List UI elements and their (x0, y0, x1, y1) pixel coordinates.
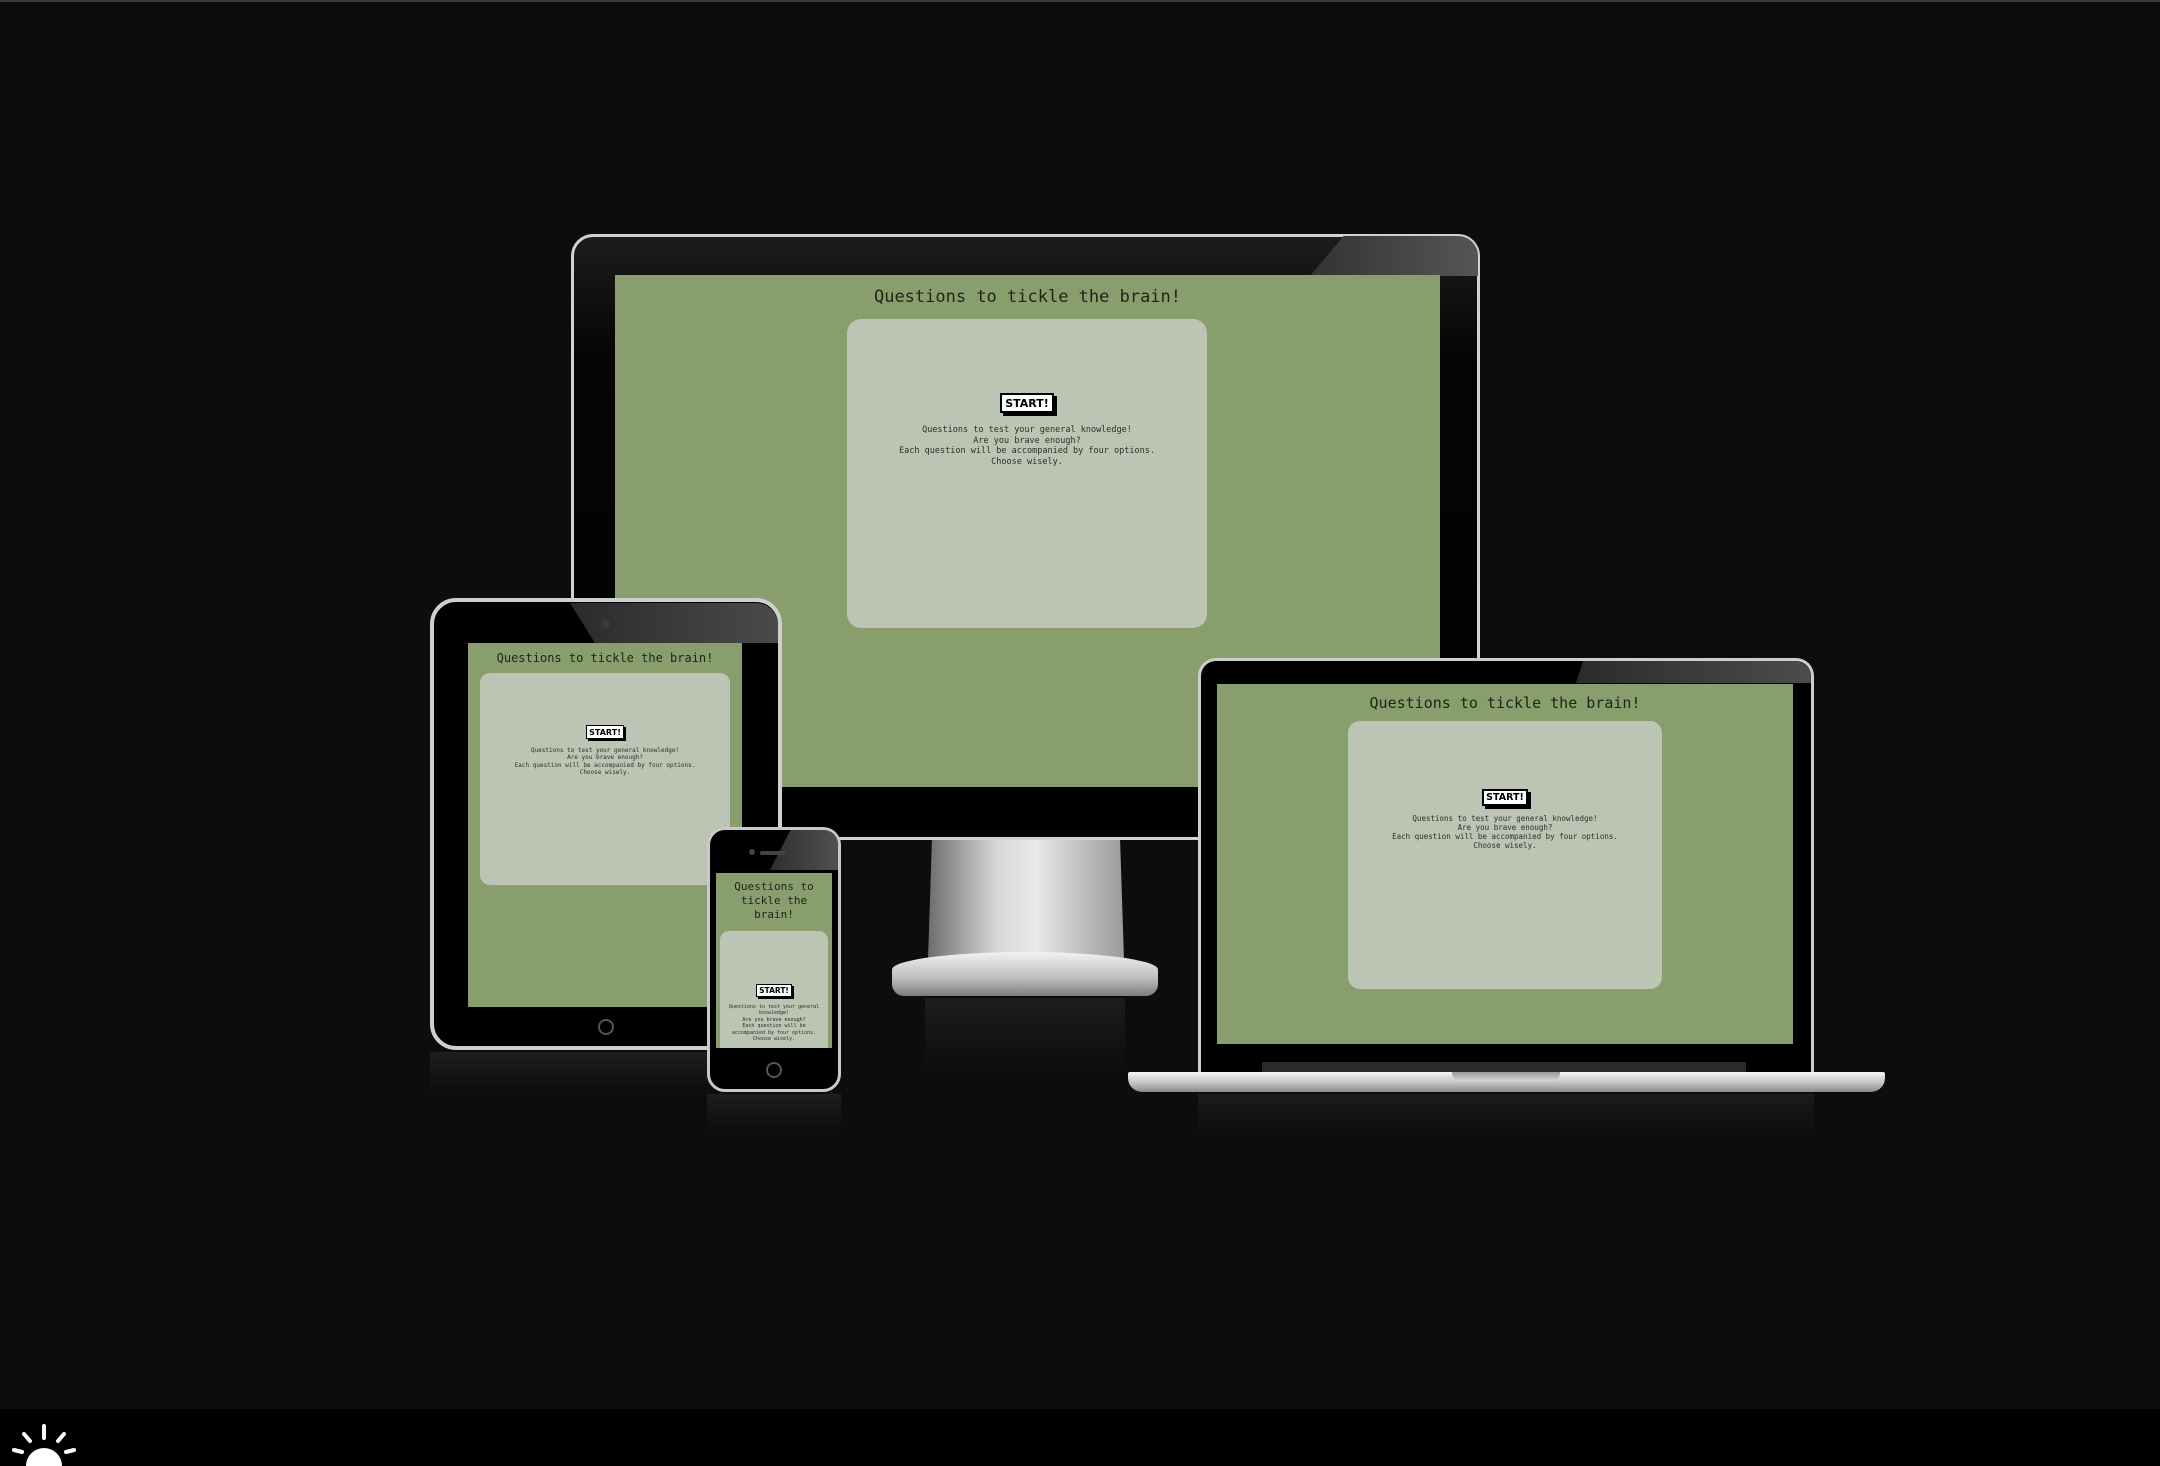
intro-line: Questions to test your general knowledge… (1412, 814, 1598, 823)
sun-icon (12, 1424, 76, 1466)
intro-line: Are you brave enough? (973, 435, 1081, 446)
intro-line: Choose wisely. (752, 1036, 796, 1043)
intro-line: Are you brave enough? (567, 754, 643, 762)
title-line: Questions to (734, 880, 814, 893)
laptop-reflection (1198, 1094, 1814, 1134)
start-button[interactable]: START! (1000, 393, 1054, 413)
phone-reflection (707, 1094, 841, 1130)
intro-text: Questions to test your general knowledge… (480, 747, 730, 777)
start-button[interactable]: START! (1482, 789, 1528, 806)
intro-line: Are you brave enough? (1457, 823, 1553, 832)
intro-line: Each question will be accompanied by fou… (1392, 832, 1618, 841)
start-button[interactable]: START! (586, 725, 624, 739)
page-title: Questions to tickle the brain! (873, 287, 1182, 307)
intro-line: Choose wisely. (579, 769, 631, 777)
tablet-camera (602, 620, 610, 628)
quiz-card: START! Questions to test your general kn… (720, 931, 828, 1048)
monitor-stand-base (892, 952, 1158, 996)
title-line: tickle the (740, 894, 808, 907)
quiz-card: START! Questions to test your general kn… (480, 673, 730, 885)
intro-line: Each question will be accompanied by fou… (899, 446, 1155, 456)
intro-line: Each question will be accompanied by fou… (514, 761, 696, 769)
laptop-hinge (1262, 1062, 1746, 1072)
intro-line: Questions to test your general knowledge… (922, 425, 1132, 435)
footer-bar (0, 1409, 2160, 1466)
intro-text: Questions to test your general knowledge… (847, 425, 1207, 467)
quiz-card: START! Questions to test your general kn… (1348, 721, 1662, 989)
laptop-screen: Questions to tickle the brain! START! Qu… (1217, 684, 1793, 1044)
mockup-canvas: Questions to tickle the brain! START! Qu… (0, 0, 2160, 1466)
monitor-stand-neck (928, 840, 1124, 960)
intro-line: Questions to test your general knowledge… (530, 747, 680, 754)
device-mockup-stage: Questions to tickle the brain! START! Qu… (0, 0, 2160, 1466)
start-button[interactable]: START! (756, 984, 792, 997)
theme-toggle-button[interactable] (12, 1424, 76, 1466)
page-title: Questions to tickle the brain! (716, 880, 832, 922)
intro-line: Choose wisely. (1473, 841, 1537, 850)
intro-line: Choose wisely. (991, 456, 1063, 467)
laptop-glare (1576, 661, 1811, 683)
laptop-notch (1452, 1072, 1560, 1081)
quiz-card: START! Questions to test your general kn… (847, 319, 1207, 628)
tablet-home-button[interactable] (598, 1019, 614, 1035)
intro-text: Questions to test your general knowledge… (1348, 814, 1662, 850)
phone-speaker (760, 851, 786, 855)
phone-home-button[interactable] (766, 1062, 782, 1078)
intro-text: Questions to test your general knowledge… (720, 1004, 828, 1042)
phone-camera (749, 849, 755, 855)
title-line: brain! (754, 908, 794, 921)
tablet-screen: Questions to tickle the brain! START! Qu… (468, 643, 742, 1007)
phone-screen: Questions to tickle the brain! START! Qu… (716, 873, 832, 1048)
page-title: Questions to tickle the brain! (1369, 694, 1641, 712)
page-title: Questions to tickle the brain! (496, 651, 714, 665)
monitor-reflection (925, 998, 1125, 1068)
